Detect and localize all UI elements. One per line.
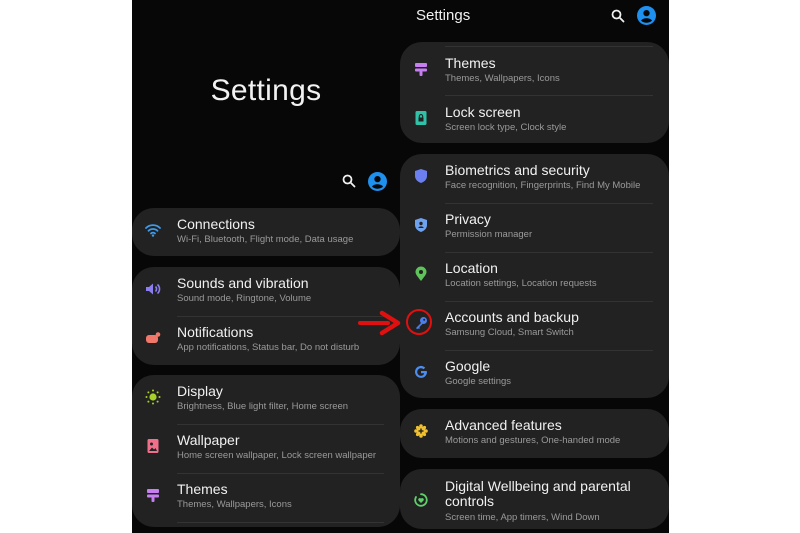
- settings-item-accounts-and-backup[interactable]: Accounts and backup Samsung Cloud, Smart…: [400, 301, 669, 350]
- item-title: Biometrics and security: [445, 162, 590, 178]
- search-icon: [611, 9, 625, 23]
- settings-group-display: Display Brightness, Blue light filter, H…: [132, 375, 400, 527]
- profile-icon: [367, 171, 387, 191]
- item-subtitle: Permission manager: [445, 229, 533, 240]
- item-subtitle: App notifications, Status bar, Do not di…: [177, 342, 360, 353]
- item-subtitle: Themes, Wallpapers, Icons: [177, 499, 292, 510]
- item-subtitle: Themes, Wallpapers, Icons: [445, 73, 560, 84]
- divider: [177, 522, 384, 523]
- notification-icon: [144, 329, 162, 347]
- wifi-icon: [144, 221, 162, 239]
- search-button[interactable]: [610, 8, 626, 24]
- item-subtitle: Brightness, Blue light filter, Home scre…: [177, 401, 349, 412]
- item-title: Wallpaper: [177, 432, 240, 448]
- item-title: Themes: [177, 481, 228, 497]
- settings-item-sounds-and-vibration[interactable]: Sounds and vibration Sound mode, Rington…: [132, 267, 400, 316]
- location-pin-icon: [412, 265, 430, 283]
- item-title: Accounts and backup: [445, 309, 579, 325]
- settings-item-google[interactable]: Google Google settings: [400, 350, 669, 398]
- volume-icon: [144, 280, 162, 298]
- brightness-icon: [144, 388, 162, 406]
- wellbeing-icon: [412, 491, 430, 509]
- settings-screen-collapsed-header: Settings Connections Wi-Fi, Bluetooth, F…: [132, 0, 400, 533]
- privacy-shield-icon: [412, 216, 430, 234]
- settings-item-privacy[interactable]: Privacy Permission manager: [400, 203, 669, 252]
- settings-item-digital-wellbeing[interactable]: Digital Wellbeing and parental controls …: [400, 469, 669, 529]
- settings-item-display[interactable]: Display Brightness, Blue light filter, H…: [132, 375, 400, 424]
- item-subtitle: Samsung Cloud, Smart Switch: [445, 327, 574, 338]
- settings-group-connections: Connections Wi-Fi, Bluetooth, Flight mod…: [132, 208, 400, 256]
- settings-item-wallpaper[interactable]: Wallpaper Home screen wallpaper, Lock sc…: [132, 424, 400, 473]
- item-title: Advanced features: [445, 417, 562, 433]
- search-icon: [342, 174, 356, 188]
- shield-icon: [412, 167, 430, 185]
- settings-item-themes[interactable]: Themes Themes, Wallpapers, Icons: [132, 473, 400, 522]
- item-subtitle: Face recognition, Fingerprints, Find My …: [445, 180, 641, 191]
- item-subtitle: Location settings, Location requests: [445, 278, 597, 289]
- settings-item-biometrics-and-security[interactable]: Biometrics and security Face recognition…: [400, 154, 669, 203]
- item-title: Lock screen: [445, 104, 521, 120]
- settings-screen-scrolled: Settings Themes Themes, Wallpapers, Icon…: [400, 0, 669, 533]
- advanced-gear-icon: [412, 422, 430, 440]
- settings-group-advanced: Advanced features Motions and gestures, …: [400, 409, 669, 458]
- item-title: Themes: [445, 55, 496, 71]
- settings-item-advanced-features[interactable]: Advanced features Motions and gestures, …: [400, 409, 669, 458]
- wallpaper-icon: [144, 437, 162, 455]
- item-title: Privacy: [445, 211, 491, 227]
- profile-icon: [636, 5, 656, 25]
- item-subtitle: Home screen wallpaper, Lock screen wallp…: [177, 450, 377, 461]
- settings-item-themes[interactable]: Themes Themes, Wallpapers, Icons: [400, 47, 669, 96]
- settings-group-security: Biometrics and security Face recognition…: [400, 154, 669, 398]
- item-subtitle: Screen time, App timers, Wind Down: [445, 512, 600, 523]
- profile-button[interactable]: [636, 5, 656, 25]
- settings-item-location[interactable]: Location Location settings, Location req…: [400, 252, 669, 301]
- item-subtitle: Screen lock type, Clock style: [445, 122, 567, 133]
- settings-item-connections[interactable]: Connections Wi-Fi, Bluetooth, Flight mod…: [132, 208, 400, 256]
- settings-group-themes: Themes Themes, Wallpapers, Icons Lock sc…: [400, 42, 669, 143]
- item-subtitle: Sound mode, Ringtone, Volume: [177, 293, 312, 304]
- settings-item-lock-screen[interactable]: Lock screen Screen lock type, Clock styl…: [400, 96, 669, 143]
- item-title: Sounds and vibration: [177, 275, 309, 291]
- themes-icon: [144, 486, 162, 504]
- settings-group-wellbeing: Digital Wellbeing and parental controls …: [400, 469, 669, 529]
- item-title: Display: [177, 383, 223, 399]
- item-title: Digital Wellbeing and parental controls: [445, 478, 631, 509]
- page-title: Settings: [210, 74, 322, 107]
- lock-screen-icon: [412, 109, 430, 127]
- highlight-circle-annotation: [406, 309, 432, 335]
- item-title: Location: [445, 260, 498, 276]
- item-title: Google: [445, 358, 491, 374]
- item-title: Connections: [177, 216, 255, 232]
- page-title: Settings: [416, 7, 471, 24]
- item-subtitle: Motions and gestures, One-handed mode: [445, 435, 621, 446]
- search-button[interactable]: [341, 173, 357, 189]
- google-icon: [412, 363, 430, 381]
- item-subtitle: Google settings: [445, 376, 512, 387]
- item-subtitle: Wi-Fi, Bluetooth, Flight mode, Data usag…: [177, 234, 354, 245]
- item-title: Notifications: [177, 324, 254, 340]
- themes-icon: [412, 60, 430, 78]
- red-arrow-annotation: [358, 310, 401, 336]
- profile-button[interactable]: [367, 171, 387, 191]
